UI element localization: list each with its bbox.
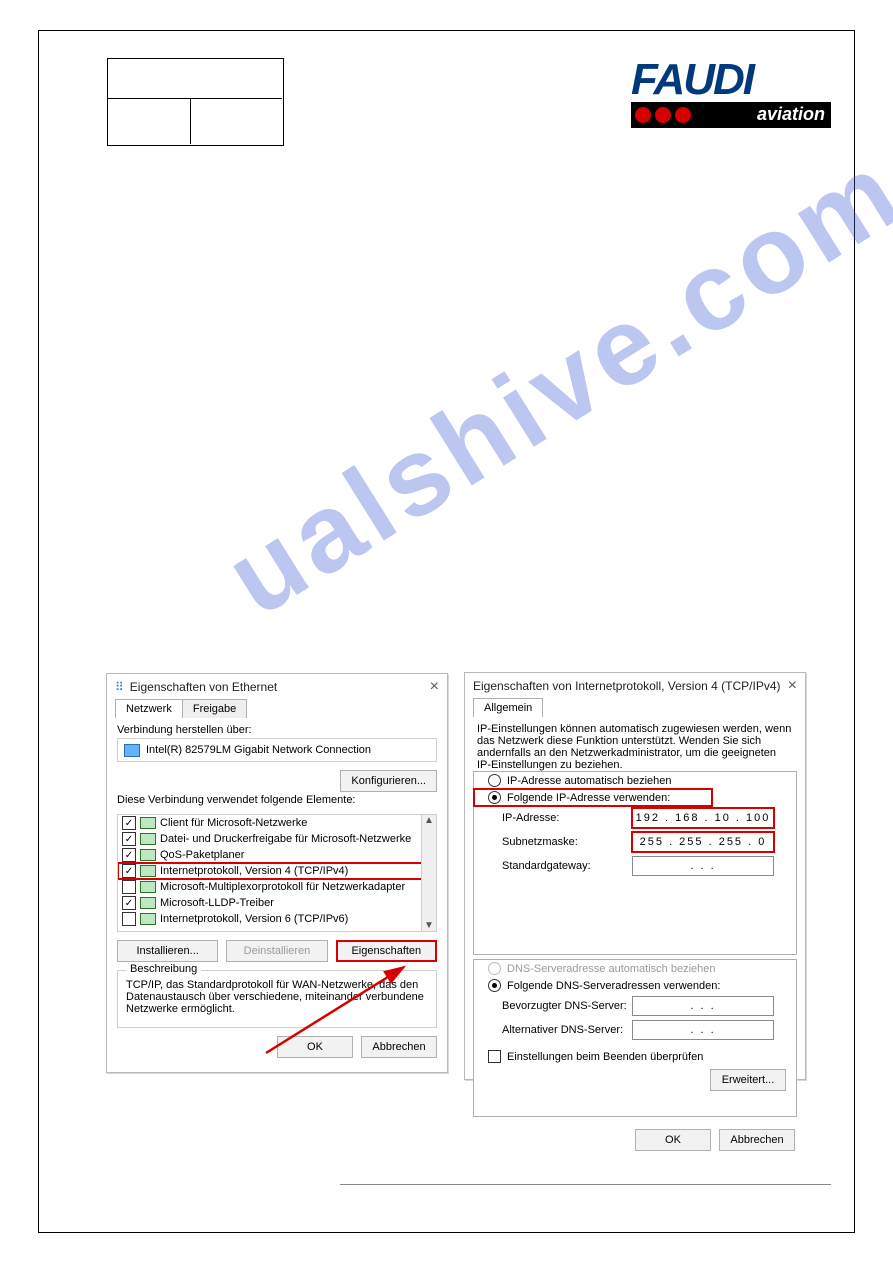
- list-item[interactable]: ✓ Internetprotokoll, Version 4 (TCP/IPv4): [118, 863, 436, 879]
- radio-dns-auto: DNS-Serveradresse automatisch beziehen: [474, 960, 796, 977]
- brand-logo: FAUDI aviation: [631, 60, 831, 128]
- validate-label: Einstellungen beim Beenden überprüfen: [507, 1051, 703, 1063]
- mask-input[interactable]: 255 . 255 . 255 . 0: [632, 832, 774, 852]
- title-block-vline: [190, 98, 191, 144]
- dialog-titlebar[interactable]: ⠿ Eigenschaften von Ethernet ×: [107, 674, 447, 700]
- adapter-name: Intel(R) 82579LM Gigabit Network Connect…: [146, 744, 371, 756]
- protocol-icon: [140, 817, 156, 829]
- gateway-label: Standardgateway:: [502, 860, 632, 872]
- tab-network[interactable]: Netzwerk: [115, 699, 183, 718]
- protocol-icon: [140, 897, 156, 909]
- radio-dns-manual[interactable]: Folgende DNS-Serveradressen verwenden:: [474, 977, 796, 994]
- dialog-title: Eigenschaften von Internetprotokoll, Ver…: [473, 679, 781, 693]
- list-item[interactable]: ✓ Datei- und Druckerfreigabe für Microsof…: [118, 831, 436, 847]
- radio-icon: [488, 962, 501, 975]
- brand-subbar: aviation: [631, 102, 831, 128]
- footer-separator: [340, 1184, 831, 1185]
- description-box: Beschreibung TCP/IP, das Standardprotoko…: [117, 970, 437, 1028]
- gateway-input[interactable]: . . .: [632, 856, 774, 876]
- mask-label: Subnetzmaske:: [502, 836, 632, 848]
- list-item-label: Internetprotokoll, Version 4 (TCP/IPv4): [160, 865, 348, 877]
- cancel-button[interactable]: Abbrechen: [361, 1036, 437, 1058]
- ok-button[interactable]: OK: [277, 1036, 353, 1058]
- protocol-icon: [140, 913, 156, 925]
- list-item[interactable]: Microsoft-Multiplexorprotokoll für Netzw…: [118, 879, 436, 895]
- tab-general[interactable]: Allgemein: [473, 698, 543, 717]
- info-text: IP-Einstellungen können automatisch zuge…: [465, 717, 805, 771]
- dot-icon: [655, 107, 671, 123]
- brand-name: FAUDI: [631, 60, 831, 100]
- advanced-button[interactable]: Erweitert...: [710, 1069, 786, 1091]
- tab-sharing[interactable]: Freigabe: [182, 699, 247, 718]
- dot-icon: [635, 107, 651, 123]
- dns1-label: Bevorzugter DNS-Server:: [502, 1000, 632, 1012]
- list-item-label: Microsoft-LLDP-Treiber: [160, 897, 274, 909]
- connection-label: Verbindung herstellen über:: [117, 724, 437, 736]
- list-item-label: Internetprotokoll, Version 6 (TCP/IPv6): [160, 913, 348, 925]
- brand-subtitle: aviation: [757, 104, 825, 125]
- dns1-input[interactable]: . . .: [632, 996, 774, 1016]
- close-icon[interactable]: ×: [430, 678, 439, 696]
- list-item-label: Microsoft-Multiplexorprotokoll für Netzw…: [160, 881, 405, 893]
- radio-ip-manual[interactable]: Folgende IP-Adresse verwenden:: [474, 789, 712, 806]
- checkbox-icon[interactable]: ✓: [122, 816, 136, 830]
- cancel-button[interactable]: Abbrechen: [719, 1129, 795, 1151]
- title-block-outline: [107, 58, 284, 146]
- close-icon[interactable]: ×: [788, 677, 797, 695]
- checkbox-icon[interactable]: [122, 912, 136, 926]
- list-label: Diese Verbindung verwendet folgende Elem…: [117, 794, 356, 806]
- ip-label: IP-Adresse:: [502, 812, 632, 824]
- configure-button[interactable]: Konfigurieren...: [340, 770, 437, 792]
- protocol-icon: [140, 833, 156, 845]
- checkbox-icon[interactable]: ✓: [122, 848, 136, 862]
- title-block-hline: [107, 98, 282, 99]
- dot-icon: [675, 107, 691, 123]
- network-icon: ⠿: [115, 680, 124, 694]
- checkbox-icon[interactable]: ✓: [122, 896, 136, 910]
- list-item-label: Client für Microsoft-Netzwerke: [160, 817, 307, 829]
- protocol-list[interactable]: ✓ Client für Microsoft-Netzwerke ✓ Datei- u…: [117, 814, 437, 932]
- list-item[interactable]: ✓ QoS-Paketplaner: [118, 847, 436, 863]
- protocol-icon: [140, 849, 156, 861]
- ip-input[interactable]: 192 . 168 . 10 . 100: [632, 808, 774, 828]
- checkbox-icon[interactable]: ✓: [122, 864, 136, 878]
- dns2-label: Alternativer DNS-Server:: [502, 1024, 632, 1036]
- radio-icon: [488, 774, 501, 787]
- protocol-icon: [140, 881, 156, 893]
- checkbox-validate[interactable]: [488, 1050, 501, 1063]
- list-item-label: Datei- und Druckerfreigabe für Microsoft…: [160, 833, 411, 845]
- chevron-up-icon[interactable]: ▲: [424, 815, 434, 826]
- radio-icon: [488, 791, 501, 804]
- checkbox-icon[interactable]: [122, 880, 136, 894]
- chevron-down-icon[interactable]: ▼: [424, 920, 434, 931]
- ethernet-properties-dialog: ⠿ Eigenschaften von Ethernet × Netzwerk …: [106, 673, 448, 1073]
- checkbox-icon[interactable]: ✓: [122, 832, 136, 846]
- scrollbar[interactable]: ▲ ▼: [421, 815, 436, 931]
- protocol-icon: [140, 865, 156, 877]
- nic-icon: [124, 744, 140, 757]
- dialog-title: Eigenschaften von Ethernet: [130, 680, 277, 694]
- list-item-label: QoS-Paketplaner: [160, 849, 244, 861]
- uninstall-button: Deinstallieren: [226, 940, 327, 962]
- list-item[interactable]: ✓ Client für Microsoft-Netzwerke: [118, 815, 436, 831]
- list-item[interactable]: ✓ Microsoft-LLDP-Treiber: [118, 895, 436, 911]
- ipv4-properties-dialog: Eigenschaften von Internetprotokoll, Ver…: [464, 672, 806, 1080]
- description-text: TCP/IP, das Standardprotokoll für WAN-Ne…: [118, 971, 436, 1015]
- list-item[interactable]: Internetprotokoll, Version 6 (TCP/IPv6): [118, 911, 436, 927]
- description-title: Beschreibung: [126, 963, 201, 975]
- radio-ip-auto[interactable]: IP-Adresse automatisch beziehen: [474, 772, 796, 789]
- install-button[interactable]: Installieren...: [117, 940, 218, 962]
- adapter-field[interactable]: Intel(R) 82579LM Gigabit Network Connect…: [117, 738, 437, 762]
- dns2-input[interactable]: . . .: [632, 1020, 774, 1040]
- properties-button[interactable]: Eigenschaften: [336, 940, 437, 962]
- radio-icon: [488, 979, 501, 992]
- ok-button[interactable]: OK: [635, 1129, 711, 1151]
- dialog-titlebar[interactable]: Eigenschaften von Internetprotokoll, Ver…: [465, 673, 805, 699]
